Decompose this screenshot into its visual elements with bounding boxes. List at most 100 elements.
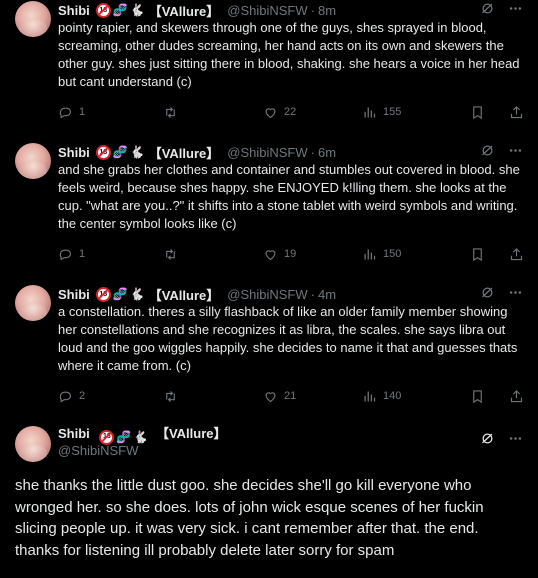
bookmark-icon xyxy=(473,247,482,261)
retweet-button[interactable] xyxy=(163,389,263,404)
retweet-button[interactable] xyxy=(163,105,263,120)
separator-dot: · xyxy=(310,144,315,160)
tweet-text: and she grabs her clothes and container … xyxy=(58,162,520,231)
handle[interactable]: @ShibiNSFW xyxy=(227,287,307,302)
reply-icon xyxy=(59,249,72,260)
dna-icon: 🧬 xyxy=(112,3,128,17)
tweet-header: Shibi 18 🧬 🐇 【VAllure】 @ShibiNSFW · 4m xyxy=(58,285,336,303)
reply-button[interactable]: 1 xyxy=(58,247,163,262)
share-button[interactable] xyxy=(509,105,524,120)
like-icon xyxy=(265,391,276,402)
retweet-icon xyxy=(166,106,175,118)
display-name[interactable]: Shibi xyxy=(58,426,90,441)
reply-icon xyxy=(59,391,72,402)
display-name[interactable]: Shibi xyxy=(58,287,90,302)
like-count: 21 xyxy=(284,390,297,402)
tweet-top-actions xyxy=(480,1,523,16)
retweet-button[interactable] xyxy=(163,247,263,262)
view-count: 155 xyxy=(383,106,402,118)
name-tag: 【VAllure】 xyxy=(155,426,227,441)
like-button[interactable]: 21 xyxy=(263,389,362,404)
tweet-text: a constellation. theres a silly flashbac… xyxy=(58,304,518,373)
grok-icon[interactable] xyxy=(480,1,495,16)
separator-dot: · xyxy=(310,286,315,302)
handle[interactable]: @ShibiNSFW xyxy=(58,443,138,458)
like-icon xyxy=(265,107,276,118)
rabbit-icon: 🐇 xyxy=(129,3,145,17)
no-18-icon: 18 xyxy=(95,286,111,302)
share-icon xyxy=(510,389,523,402)
like-count: 19 xyxy=(284,248,297,260)
bookmark-icon xyxy=(473,105,482,119)
avatar[interactable] xyxy=(15,426,51,462)
bookmark-icon xyxy=(473,389,482,403)
dna-icon: 🧬 xyxy=(112,145,128,159)
reply-button[interactable]: 2 xyxy=(58,389,163,404)
tweet-header: Shibi 18 🧬 🐇 【VAllure】 @ShibiNSFW · 8m xyxy=(58,1,336,19)
tweet-actions: 2 21 140 xyxy=(58,387,524,405)
reply-count: 2 xyxy=(79,390,86,402)
avatar[interactable] xyxy=(15,285,51,321)
avatar[interactable] xyxy=(15,143,51,179)
tweet-actions: 1 19 150 xyxy=(58,245,524,263)
like-count: 22 xyxy=(284,106,297,118)
handle[interactable]: @ShibiNSFW xyxy=(227,145,307,160)
share-icon xyxy=(510,247,523,260)
share-button[interactable] xyxy=(509,389,524,404)
views-button[interactable]: 150 xyxy=(362,247,470,262)
grok-icon[interactable] xyxy=(480,143,495,158)
timestamp[interactable]: 6m xyxy=(318,145,336,160)
view-count: 140 xyxy=(383,390,402,402)
more-icon[interactable] xyxy=(508,285,523,300)
name-emojis: 18 🧬 🐇 xyxy=(95,2,145,18)
tweet-top-actions xyxy=(480,431,523,446)
name-tag: 【VAllure】 xyxy=(148,287,220,303)
more-icon[interactable] xyxy=(508,143,523,158)
more-icon[interactable] xyxy=(508,431,523,446)
like-button[interactable]: 19 xyxy=(263,247,362,262)
tweet-actions: 1 22 155 xyxy=(58,103,524,121)
share-icon xyxy=(510,105,523,118)
share-button[interactable] xyxy=(509,247,524,262)
name-tag: 【VAllure】 xyxy=(148,145,220,161)
no-18-icon: 18 xyxy=(95,2,111,18)
reply-button[interactable]: 1 xyxy=(58,105,163,120)
name-tag: 【VAllure】 xyxy=(148,3,220,19)
name-emojis: 18 🧬 🐇 xyxy=(95,286,145,302)
rabbit-icon: 🐇 xyxy=(129,145,145,159)
timestamp[interactable]: 4m xyxy=(318,287,336,302)
dna-icon: 🧬 xyxy=(112,287,128,301)
tweet-text: pointy rapier, and skewers through one o… xyxy=(58,20,520,89)
retweet-icon xyxy=(166,248,175,260)
grok-icon[interactable] xyxy=(480,285,495,300)
display-name[interactable]: Shibi xyxy=(58,145,90,160)
like-button[interactable]: 22 xyxy=(263,105,362,120)
views-button[interactable]: 155 xyxy=(362,105,470,120)
more-icon[interactable] xyxy=(508,1,523,16)
name-emojis: 18 🧬 🐇 xyxy=(95,144,145,160)
separator-dot: · xyxy=(310,2,315,18)
tweet-top-actions xyxy=(480,143,523,158)
display-name[interactable]: Shibi xyxy=(58,3,90,18)
views-button[interactable]: 140 xyxy=(362,389,470,404)
timestamp[interactable]: 8m xyxy=(318,3,336,18)
tweet-top-actions xyxy=(480,285,523,300)
main-tweet-text: she thanks the little dust goo. she deci… xyxy=(15,477,484,559)
views-icon xyxy=(364,107,376,117)
bookmark-button[interactable] xyxy=(470,105,498,120)
bookmark-button[interactable] xyxy=(470,389,498,404)
avatar[interactable] xyxy=(15,1,51,37)
reply-icon xyxy=(59,107,72,118)
bookmark-button[interactable] xyxy=(470,247,498,262)
rabbit-icon: 🐇 xyxy=(129,287,145,301)
like-icon xyxy=(265,249,276,260)
reply-count: 1 xyxy=(79,106,86,118)
reply-count: 1 xyxy=(79,248,86,260)
tweet-header: Shibi 18 🧬 🐇 【VAllure】 @ShibiNSFW · 6m xyxy=(58,143,336,161)
no-18-icon: 18 xyxy=(95,144,111,160)
handle[interactable]: @ShibiNSFW xyxy=(227,3,307,18)
views-icon xyxy=(364,249,376,259)
grok-icon[interactable] xyxy=(480,431,495,446)
view-count: 150 xyxy=(383,248,402,260)
views-icon xyxy=(364,391,376,401)
